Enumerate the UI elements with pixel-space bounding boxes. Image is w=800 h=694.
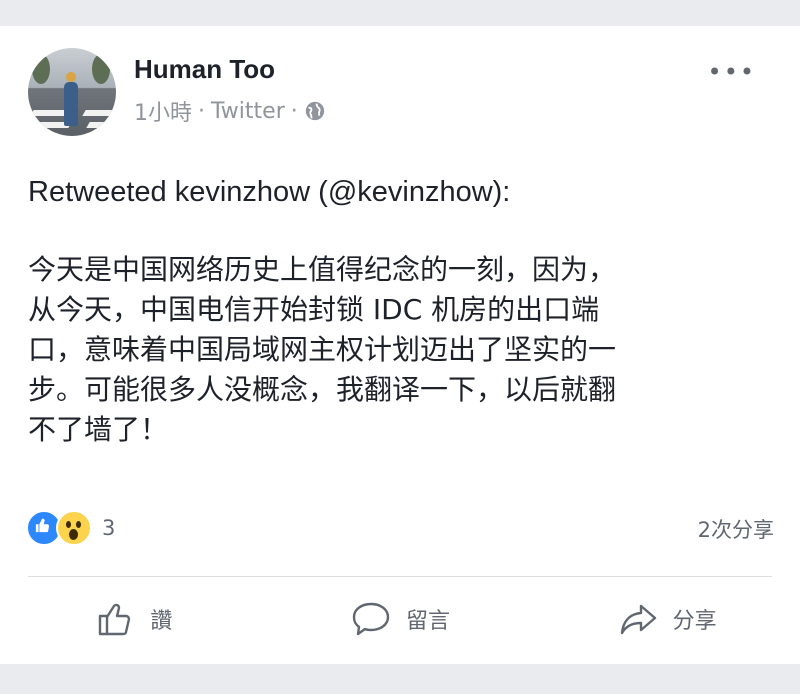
like-label: 讚 [150,609,173,634]
comment-bubble-icon [352,602,390,636]
author-name[interactable]: Human Too [134,54,275,85]
share-label: 分享 [672,609,717,634]
avatar[interactable] [28,48,116,136]
avatar-tree [32,54,50,84]
comment-button[interactable]: 留言 [267,590,534,648]
meta-separator: · [290,98,298,124]
share-count[interactable]: 2次分享 [698,514,774,544]
post-body: 今天是中国网络历史上值得纪念的一刻，因为， 从今天，中国电信开始封锁 IDC 机… [28,253,617,446]
post-content: Retweeted kevinzhow (@kevinzhow): 今天是中国网… [28,172,778,450]
avatar-helmet [66,72,76,82]
wow-icon [56,510,92,546]
avatar-tree [92,54,110,84]
wow-eye [66,521,71,528]
action-bar: 讚 留言 分享 [0,590,800,648]
retweet-line: Retweeted kevinzhow (@kevinzhow): [28,176,511,208]
post-source: Twitter [211,98,285,124]
avatar-road-stripe [30,110,68,116]
share-button[interactable]: 分享 [533,590,800,648]
globe-icon[interactable] [304,100,326,122]
post-meta: 1小時 · Twitter · [134,96,326,126]
avatar-road-stripe [86,122,116,128]
wow-eye [76,521,81,528]
thumbs-up-icon [99,603,131,636]
share-arrow-icon [620,604,656,635]
avatar-road-stripe [82,110,116,116]
like-button[interactable]: 讚 [0,590,267,648]
meta-separator: · [198,98,205,124]
avatar-person [64,82,78,126]
comment-label: 留言 [406,609,451,634]
reaction-count: 3 [102,516,116,540]
post-time[interactable]: 1小時 [134,95,192,127]
wow-mouth [69,529,78,540]
more-options-icon[interactable]: ••• [708,58,756,86]
reaction-summary[interactable]: 3 [26,510,115,546]
divider [28,576,772,577]
